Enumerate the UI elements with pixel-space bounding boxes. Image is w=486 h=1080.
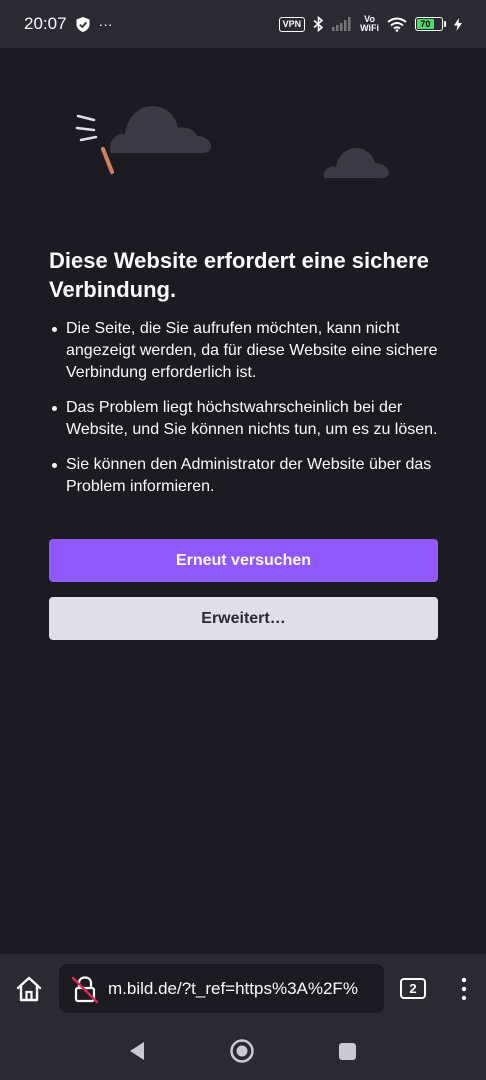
cloud-small-icon [323, 148, 389, 178]
url-bar[interactable]: m.bild.de/?t_ref=https%3A%2F% [59, 964, 384, 1013]
cloud-large-icon [110, 106, 211, 153]
broken-lock-icon [75, 114, 114, 174]
error-illustration [75, 106, 389, 178]
browser-toolbar: m.bild.de/?t_ref=https%3A%2F% 2 [0, 954, 486, 1024]
vpn-badge: VPN [278, 16, 306, 32]
battery-tip [444, 21, 446, 27]
status-bar: 20:07 ··· VPN Vo WiFi 70 [0, 0, 486, 48]
error-bullet: Die Seite, die Sie aufrufen möchten, kan… [49, 318, 439, 384]
status-bar-right: VPN Vo WiFi 70 [278, 15, 462, 33]
menu-icon[interactable] [456, 974, 472, 1004]
error-explanation-list: Die Seite, die Sie aufrufen möchten, kan… [49, 318, 439, 511]
system-navigation-bar [0, 1024, 486, 1080]
bluetooth-icon [313, 16, 324, 32]
recent-apps-icon[interactable] [338, 1042, 358, 1062]
wifi-icon [387, 17, 407, 32]
battery-level: 70 [417, 19, 434, 29]
error-bullet: Das Problem liegt höchstwahrscheinlich b… [49, 397, 439, 441]
home-icon[interactable] [14, 974, 44, 1004]
home-circle-icon[interactable] [229, 1038, 255, 1064]
signal-icon [332, 17, 351, 31]
error-title: Diese Website erfordert eine sichere Ver… [49, 248, 429, 302]
tabs-counter-button[interactable]: 2 [400, 978, 426, 999]
error-bullet: Sie können den Administrator der Website… [49, 454, 439, 498]
back-icon[interactable] [126, 1040, 148, 1062]
status-time: 20:07 [24, 14, 67, 33]
vowifi-indicator: Vo WiFi [360, 15, 379, 33]
charging-icon [454, 17, 462, 31]
notifications-more-icon: ··· [98, 16, 113, 32]
battery-indicator: 70 [415, 17, 446, 31]
error-page: Diese Website erfordert eine sichere Ver… [0, 48, 486, 954]
vowifi-bottom: WiFi [360, 23, 379, 33]
battery-body: 70 [415, 17, 443, 31]
shield-icon [76, 16, 90, 32]
insecure-lock-icon[interactable] [70, 974, 100, 1004]
url-text[interactable]: m.bild.de/?t_ref=https%3A%2F% [108, 979, 358, 999]
status-bar-left: 20:07 ··· [24, 14, 113, 34]
retry-button[interactable]: Erneut versuchen [49, 539, 438, 582]
advanced-button[interactable]: Erweitert… [49, 597, 438, 640]
